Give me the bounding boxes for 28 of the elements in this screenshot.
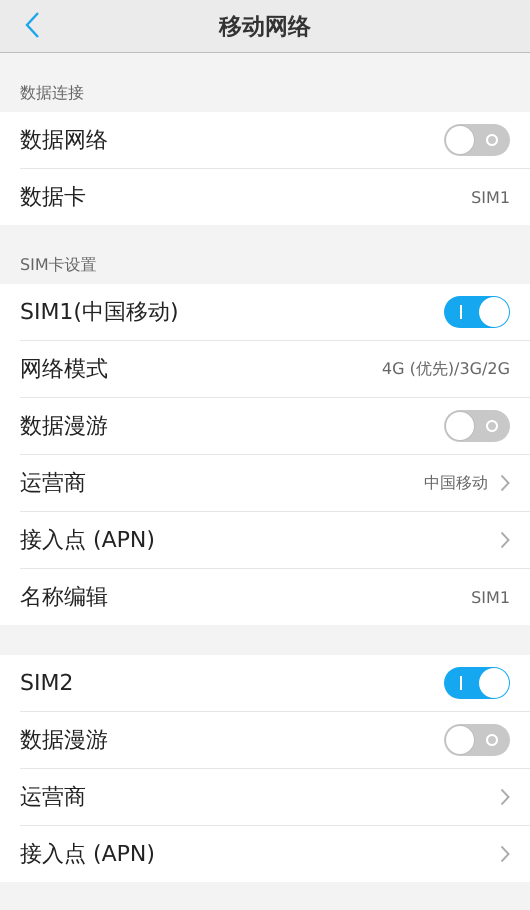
setting-label: 名称编辑 [20,584,109,612]
setting-label: 数据网络 [20,127,109,155]
setting-label: 运营商 [20,784,87,812]
setting-label: 网络模式 [20,356,109,384]
setting-value: 4G (优先)/3G/2G [382,358,510,380]
toggle-switch[interactable] [444,296,510,328]
toggle-switch[interactable] [444,724,510,756]
chevron-right-icon [500,845,510,863]
chevron-right-icon [500,531,510,549]
toggle-switch[interactable] [444,410,510,442]
setting-label: 接入点 (APN) [20,527,156,555]
setting-value: SIM1 [471,188,510,206]
section-header: SIM卡设置 [19,254,98,276]
setting-label: 数据卡 [20,184,87,212]
setting-label: SIM1(中国移动) [20,299,180,327]
setting-label: 数据漫游 [20,413,109,441]
chevron-right-icon [500,788,510,806]
toggle-switch[interactable] [444,667,510,699]
setting-label: 运营商 [20,470,87,498]
setting-label: SIM2 [20,670,74,696]
toggle-switch[interactable] [444,124,510,156]
screen-title: 移动网络 [219,12,311,42]
setting-label: 数据漫游 [20,727,109,755]
setting-value: SIM1 [471,588,510,606]
section-header: 数据连接 [19,82,85,104]
chevron-right-icon [500,474,510,492]
setting-label: 接入点 (APN) [20,841,156,869]
setting-value: 中国移动 [424,472,488,494]
